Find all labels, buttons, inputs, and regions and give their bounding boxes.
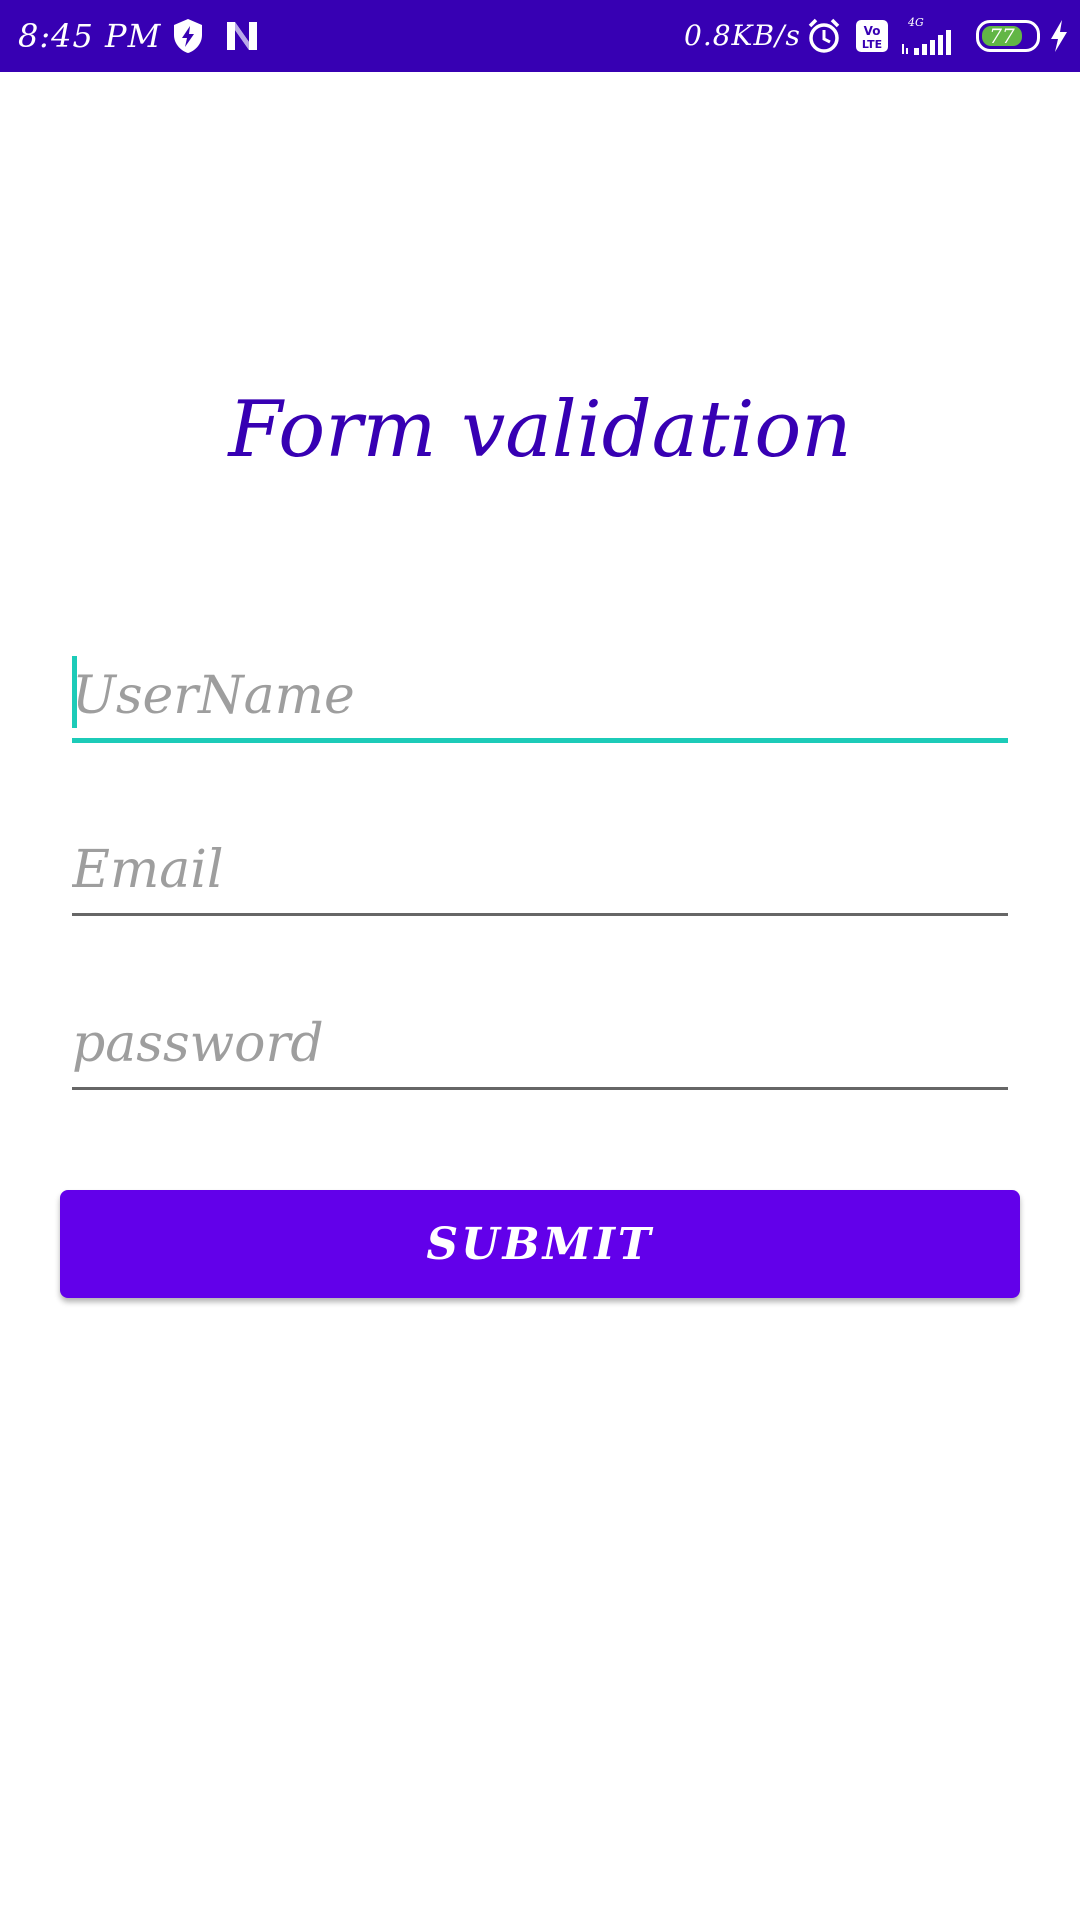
svg-text:Vo: Vo	[864, 24, 881, 38]
submit-button[interactable]: SUBMIT	[60, 1190, 1020, 1298]
svg-text:4G: 4G	[907, 16, 924, 29]
battery-level: 77	[989, 24, 1015, 48]
signal-4g-icon: 4G	[900, 14, 962, 58]
username-underline	[72, 738, 1008, 743]
text-cursor	[72, 656, 77, 728]
password-underline	[72, 1087, 1008, 1090]
status-bar: 8:45 PM 0.8KB/s Vo LTE 4G 77	[0, 0, 1080, 72]
status-time: 8:45 PM	[18, 17, 162, 55]
email-input[interactable]	[72, 828, 1008, 912]
n-app-icon	[222, 16, 262, 56]
username-field[interactable]	[72, 654, 1008, 743]
email-field[interactable]	[72, 828, 1008, 916]
email-underline	[72, 913, 1008, 916]
svg-text:LTE: LTE	[862, 38, 882, 51]
alarm-icon	[806, 14, 842, 58]
volte-icon: Vo LTE	[854, 14, 890, 58]
username-input[interactable]	[72, 654, 1008, 738]
battery-icon: 77	[976, 20, 1040, 52]
page-title: Form validation	[228, 385, 852, 475]
net-speed: 0.8KB/s	[684, 19, 801, 52]
shield-bolt-icon	[168, 16, 208, 56]
charging-icon	[1046, 14, 1072, 58]
password-input[interactable]	[72, 1002, 1008, 1086]
password-field[interactable]	[72, 1002, 1008, 1090]
